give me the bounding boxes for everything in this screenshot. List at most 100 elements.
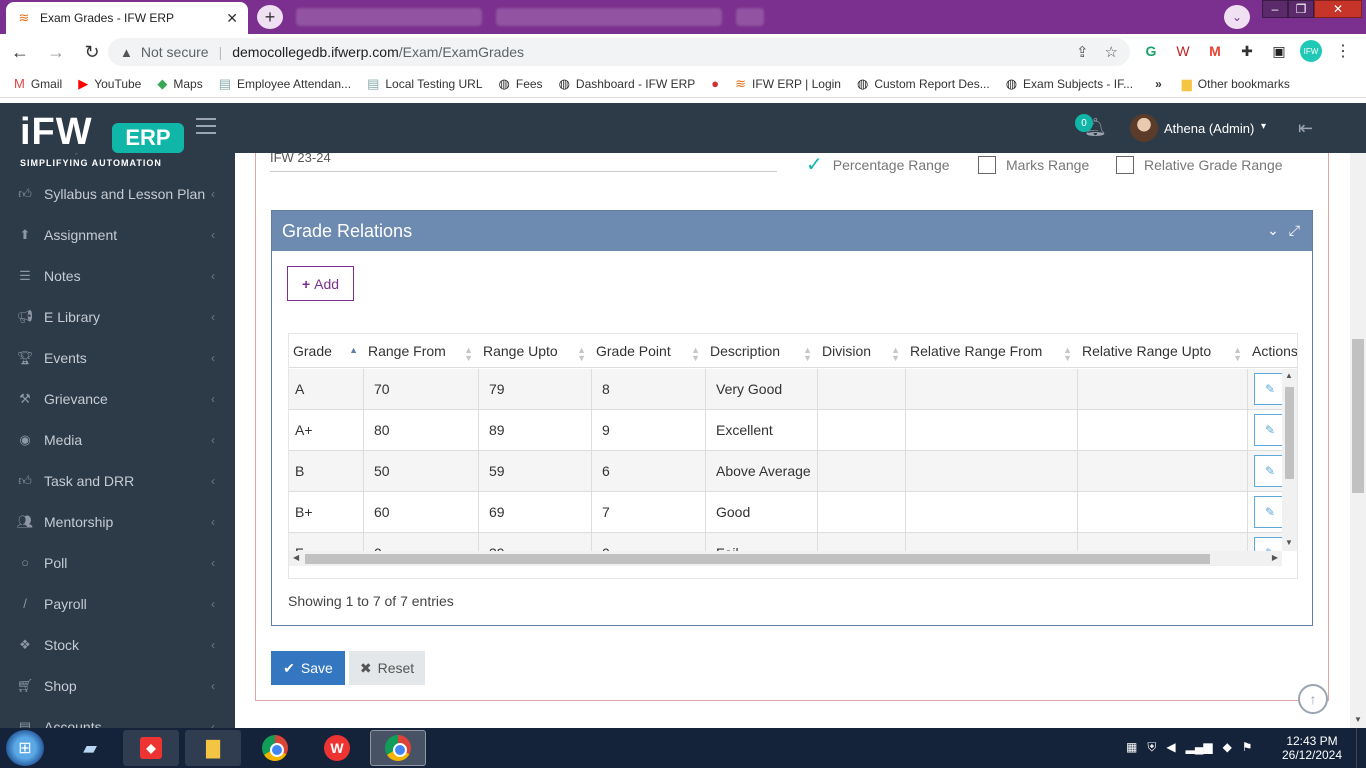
file-explorer-icon[interactable]: ▇ — [185, 730, 241, 766]
sidebar-item-mentorship[interactable]: 👥︎ Mentorship ‹ — [0, 501, 235, 542]
windows-start-icon[interactable]: ⊞ — [6, 730, 44, 766]
bookmark-maps[interactable]: ◆ Maps — [157, 76, 202, 92]
scrollbar-thumb[interactable] — [1285, 387, 1294, 479]
wps-office-icon[interactable]: W — [309, 730, 365, 766]
address-bar[interactable]: ▲ Not secure | democollegedb.ifwerp.com … — [108, 38, 1130, 66]
collapse-icon[interactable]: ⌄ — [1267, 222, 1279, 239]
hamburger-menu-icon[interactable] — [196, 118, 216, 134]
signal-icon[interactable]: ▂▄▆ — [1186, 740, 1213, 755]
browser-tab-blurred[interactable] — [296, 8, 482, 26]
flag-icon[interactable]: ⚑ — [1242, 740, 1253, 755]
bookmark-custom-report[interactable]: ◍ Custom Report Des... — [857, 76, 990, 92]
page-vertical-scrollbar[interactable]: ▼ — [1350, 153, 1366, 728]
scroll-right-icon[interactable]: ▶ — [1272, 553, 1278, 562]
bookmark-exam-subjects[interactable]: ◍ Exam Subjects - IF... — [1006, 76, 1133, 92]
checkbox-empty[interactable] — [1116, 156, 1134, 174]
column-header-division[interactable]: Division ▲ ▼ — [818, 334, 906, 367]
network-devices-icon[interactable]: ▦ — [1126, 740, 1137, 755]
expand-icon[interactable]: ⤢ — [1289, 222, 1300, 239]
new-tab-button[interactable]: + — [257, 5, 283, 29]
bookmark-dashboard[interactable]: ◍ Dashboard - IFW ERP — [559, 76, 696, 92]
add-button[interactable]: + Add — [287, 266, 354, 301]
sidebar-item-notes[interactable]: ☰ Notes ‹ — [0, 255, 235, 296]
column-header-range-from[interactable]: Range From ▲ ▼ — [364, 334, 479, 367]
sidebar-item-grievance[interactable]: ⚒ Grievance ‹ — [0, 378, 235, 419]
scrollbar-thumb[interactable] — [305, 554, 1210, 564]
sidebar-item-accounts[interactable]: ▤ Accounts ‹ — [0, 706, 235, 729]
security-icon[interactable]: ⛨ — [1147, 740, 1156, 755]
sidebar-item-payroll[interactable]: / Payroll ‹ — [0, 583, 235, 624]
year-field[interactable]: IFW 23-24 — [270, 150, 777, 172]
scrollbar-thumb[interactable] — [1352, 339, 1364, 493]
sidebar-item-stock[interactable]: ❖ Stock ‹ — [0, 624, 235, 665]
sidebar-item-shop[interactable]: 🛒︎ Shop ‹ — [0, 665, 235, 706]
column-header-grade-point[interactable]: Grade Point ▲ ▼ — [592, 334, 706, 367]
star-icon[interactable]: ☆ — [1105, 43, 1118, 61]
taskbar-clock[interactable]: 12:43 PM 26/12/2024 — [1280, 734, 1344, 762]
profile-icon[interactable]: IFW — [1300, 40, 1322, 62]
browser-tab-active[interactable]: ≋ Exam Grades - IFW ERP ✕ — [6, 2, 248, 34]
puzzle-icon[interactable]: ✚ — [1236, 40, 1258, 62]
avatar[interactable] — [1130, 114, 1158, 142]
range-option-marks[interactable]: Marks Range — [978, 155, 1089, 175]
share-icon[interactable]: ⇪ — [1076, 43, 1089, 61]
bookmarks-more-button[interactable]: » — [1155, 77, 1162, 91]
column-header-range-upto[interactable]: Range Upto ▲ ▼ — [479, 334, 592, 367]
chrome-profile-icon[interactable] — [370, 730, 426, 766]
extension-w-icon[interactable]: W — [1172, 40, 1194, 62]
sidebar-item-elibrary[interactable]: 📢︎ E Library ‹ — [0, 296, 235, 337]
menu-dots-icon[interactable]: ⋮ — [1332, 40, 1354, 62]
column-header-description[interactable]: Description ▲ ▼ — [706, 334, 818, 367]
scroll-up-icon[interactable]: ▲ — [1285, 371, 1293, 380]
sidebar-item-media[interactable]: ◉ Media ‹ — [0, 419, 235, 460]
chevron-down-icon[interactable]: ⌄ — [1224, 5, 1250, 29]
window-minimize-button[interactable]: – — [1262, 0, 1288, 18]
forward-icon[interactable]: → — [40, 36, 72, 68]
range-option-percentage[interactable]: ✓ Percentage Range — [806, 155, 950, 175]
sidebar-item-task-drr[interactable]: 👍︎ Task and DRR ‹ — [0, 460, 235, 501]
scroll-to-top-icon[interactable]: ↑ — [1298, 684, 1328, 714]
column-header-relative-range-upto[interactable]: Relative Range Upto ▲ ▼ — [1078, 334, 1248, 367]
user-name[interactable]: Athena (Admin) — [1164, 121, 1254, 136]
column-header-relative-range-from[interactable]: Relative Range From ▲ ▼ — [906, 334, 1078, 367]
notes-app-icon[interactable]: ▰ — [62, 730, 118, 766]
sidebar-item-events[interactable]: 🏆︎ Events ‹ — [0, 337, 235, 378]
other-bookmarks[interactable]: ▆ Other bookmarks — [1182, 76, 1290, 92]
bookmark-ifw-login[interactable]: ≋ IFW ERP | Login — [735, 76, 841, 92]
checkbox-empty[interactable] — [978, 156, 996, 174]
scroll-down-icon[interactable]: ▼ — [1354, 715, 1362, 724]
bookmark-gmail[interactable]: M Gmail — [14, 76, 62, 91]
bookmark-fees[interactable]: ◍ Fees — [499, 76, 543, 92]
reload-icon[interactable]: ↻ — [76, 36, 108, 68]
window-maximize-button[interactable]: ❐ — [1288, 0, 1314, 18]
security-label[interactable]: Not secure — [141, 44, 209, 60]
table-vertical-scrollbar[interactable]: ▲ ▼ — [1282, 369, 1297, 551]
chevron-down-icon[interactable]: ▾ — [1261, 121, 1266, 132]
save-button[interactable]: ✔ Save — [271, 651, 345, 685]
bookmark-youtube[interactable]: ▶ YouTube — [78, 76, 141, 92]
chrome-icon[interactable] — [247, 730, 303, 766]
back-icon[interactable]: ← — [4, 36, 36, 68]
bookmark-employee-attendance[interactable]: ▤ Employee Attendan... — [219, 76, 351, 92]
logout-icon[interactable]: ⇤ — [1298, 118, 1313, 139]
table-horizontal-scrollbar[interactable]: ◀ ▶ — [289, 551, 1282, 566]
column-header-grade[interactable]: Grade ▲ — [289, 334, 364, 367]
window-close-button[interactable]: ✕ — [1314, 0, 1362, 18]
range-option-relative-grade[interactable]: Relative Grade Range — [1116, 155, 1283, 175]
side-panel-icon[interactable]: ▣ — [1268, 40, 1290, 62]
browser-tab-blurred[interactable] — [736, 8, 764, 26]
anydesk-tray-icon[interactable]: ◆ — [1223, 740, 1232, 755]
show-desktop-button[interactable] — [1356, 728, 1366, 768]
sidebar-item-assignment[interactable]: ⬆ Assignment ‹ — [0, 214, 235, 255]
bookmark-red[interactable]: ● — [711, 76, 719, 91]
sidebar-item-syllabus[interactable]: 👍︎ Syllabus and Lesson Plan ‹ — [0, 173, 235, 214]
scroll-left-icon[interactable]: ◀ — [293, 553, 299, 562]
reset-button[interactable]: ✖ Reset — [349, 651, 425, 685]
speaker-icon[interactable]: ◀ — [1166, 740, 1175, 755]
scroll-down-icon[interactable]: ▼ — [1285, 538, 1293, 547]
warning-icon[interactable]: ▲ — [120, 45, 133, 60]
browser-tab-blurred[interactable] — [496, 8, 722, 26]
bookmark-local-testing[interactable]: ▤ Local Testing URL — [367, 76, 482, 92]
grammarly-icon[interactable]: G — [1140, 40, 1162, 62]
close-tab-icon[interactable]: ✕ — [226, 10, 238, 27]
